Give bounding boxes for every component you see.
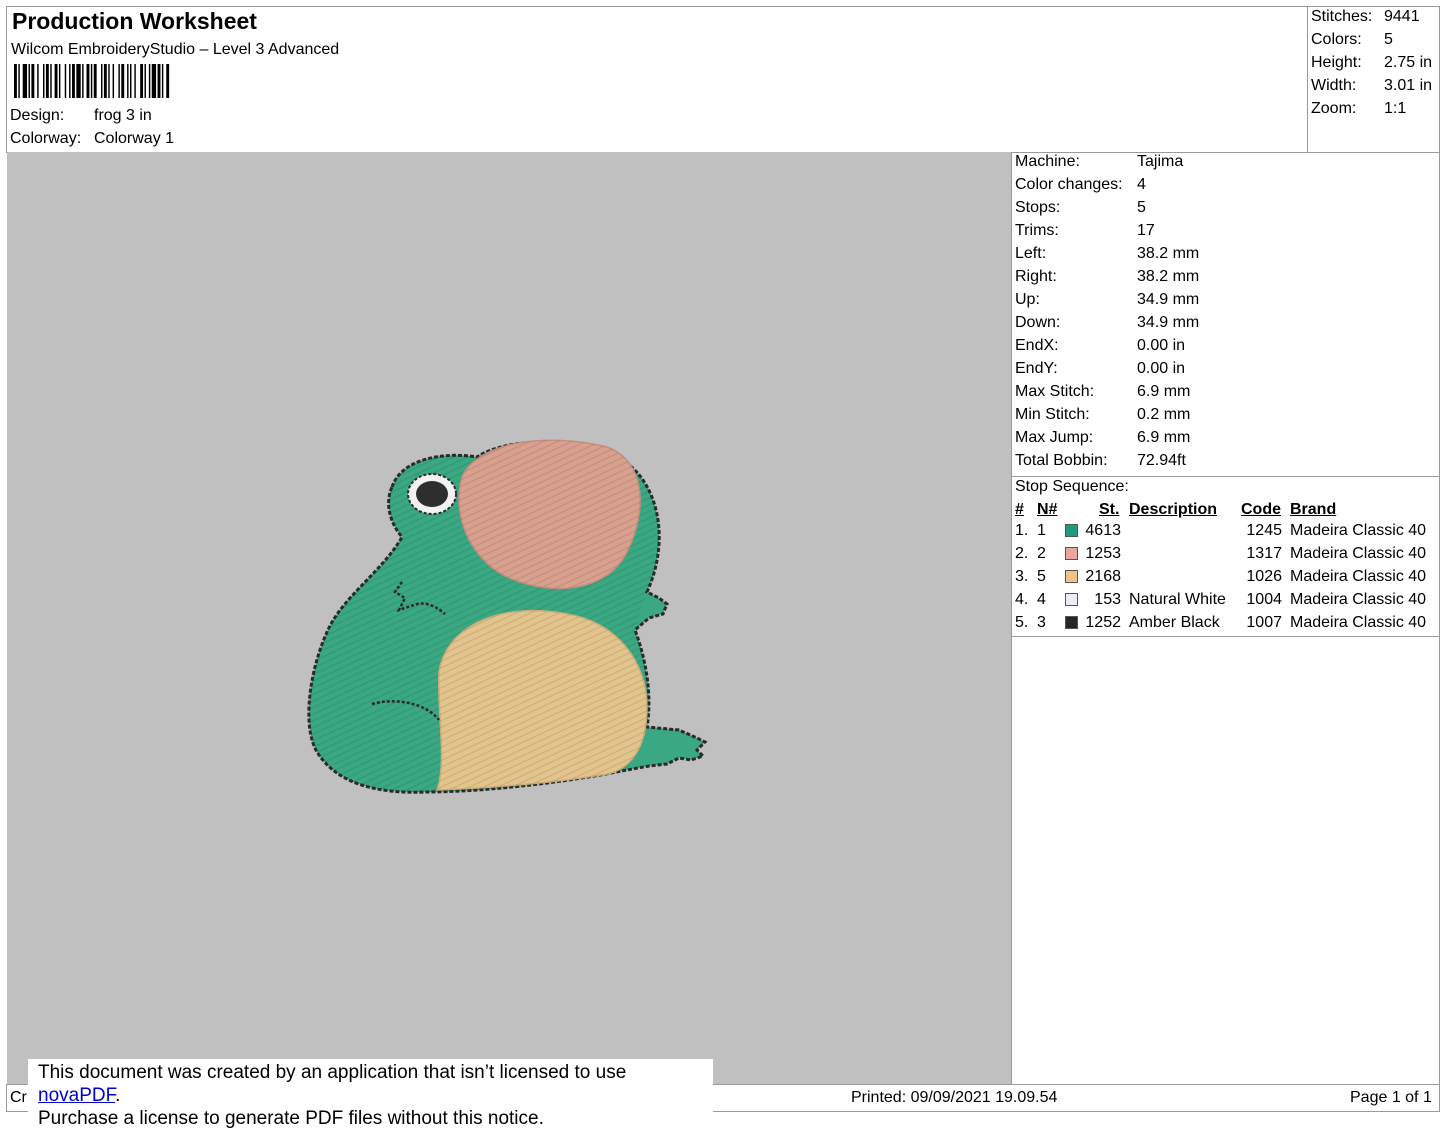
notice-line1-prefix: This document was created by an applicat… (38, 1062, 627, 1083)
barcode-image (14, 64, 170, 98)
row-num: 4. (1015, 591, 1029, 608)
col-header-brand: Brand (1290, 501, 1337, 518)
frog-embroidery-image (307, 439, 708, 794)
height-label: Height: (1311, 54, 1362, 71)
page-title: Production Worksheet (12, 8, 257, 34)
machine-info-value: 17 (1137, 222, 1155, 239)
row-needle: 5 (1037, 568, 1046, 585)
machine-info-value: 38.2 mm (1137, 268, 1200, 285)
row-needle: 4 (1037, 591, 1046, 608)
color-swatch (1065, 616, 1078, 629)
colors-value: 5 (1384, 31, 1393, 48)
machine-info-value: Tajima (1137, 153, 1184, 170)
row-stitches: 4613 (1085, 522, 1121, 539)
machine-info-label: Up: (1015, 291, 1040, 308)
row-description: Natural White (1129, 591, 1226, 608)
col-header-st: St. (1099, 501, 1120, 518)
machine-info-label: Max Jump: (1015, 429, 1094, 446)
row-code: 1004 (1246, 591, 1282, 608)
color-swatch (1065, 547, 1078, 560)
row-num: 2. (1015, 545, 1029, 562)
machine-info-label: EndX: (1015, 337, 1059, 354)
machine-info-label: Left: (1015, 245, 1047, 262)
height-value: 2.75 in (1384, 54, 1433, 71)
row-num: 1. (1015, 522, 1029, 539)
footer-left-fragment: Cr (10, 1089, 27, 1106)
printed-timestamp: Printed: 09/09/2021 19.09.54 (851, 1089, 1058, 1106)
machine-info-label: EndY: (1015, 360, 1058, 377)
zoom-value: 1:1 (1384, 100, 1407, 117)
notice-line1-suffix: . (115, 1085, 121, 1106)
col-header-description: Description (1129, 501, 1218, 518)
row-brand: Madeira Classic 40 (1290, 591, 1427, 608)
color-swatch (1065, 570, 1078, 583)
width-label: Width: (1311, 77, 1357, 94)
row-code: 1026 (1246, 568, 1282, 585)
row-needle: 2 (1037, 545, 1046, 562)
license-notice: This document was created by an applicat… (28, 1059, 713, 1129)
colors-label: Colors: (1311, 31, 1362, 48)
machine-info-value: 5 (1137, 199, 1146, 216)
row-stitches: 153 (1094, 591, 1121, 608)
width-value: 3.01 in (1384, 77, 1433, 94)
design-value: frog 3 in (94, 107, 152, 124)
row-stitches: 1252 (1085, 614, 1121, 631)
stitches-value: 9441 (1384, 8, 1420, 25)
row-brand: Madeira Classic 40 (1290, 568, 1427, 585)
design-label: Design: (10, 107, 65, 124)
row-code: 1317 (1246, 545, 1282, 562)
machine-info-label: Total Bobbin: (1015, 452, 1108, 469)
row-needle: 3 (1037, 614, 1046, 631)
row-stitches: 2168 (1085, 568, 1121, 585)
machine-info-value: 34.9 mm (1137, 314, 1200, 331)
machine-info-label: Down: (1015, 314, 1061, 331)
stitches-label: Stitches: (1311, 8, 1373, 25)
row-stitches: 1253 (1085, 545, 1121, 562)
design-preview-canvas (7, 152, 1011, 1084)
machine-info-label: Min Stitch: (1015, 406, 1090, 423)
row-num: 5. (1015, 614, 1029, 631)
software-subtitle: Wilcom EmbroideryStudio – Level 3 Advanc… (11, 41, 340, 58)
machine-info-label: Stops: (1015, 199, 1061, 216)
notice-line2: Purchase a license to generate PDF files… (38, 1108, 544, 1129)
colorway-value: Colorway 1 (94, 130, 175, 147)
col-header-n: N# (1037, 501, 1058, 518)
machine-info-label: Max Stitch: (1015, 383, 1095, 400)
col-header-code: Code (1241, 501, 1281, 518)
col-header-num: # (1015, 501, 1024, 518)
machine-info-value: 0.00 in (1137, 360, 1186, 377)
machine-info-value: 6.9 mm (1137, 383, 1191, 400)
machine-info-label: Right: (1015, 268, 1057, 285)
machine-info-value: 6.9 mm (1137, 429, 1191, 446)
row-num: 3. (1015, 568, 1029, 585)
machine-info-value: 0.00 in (1137, 337, 1186, 354)
row-needle: 1 (1037, 522, 1046, 539)
row-code: 1007 (1246, 614, 1282, 631)
colorway-label: Colorway: (10, 130, 82, 147)
color-swatch (1065, 593, 1078, 606)
row-description: Amber Black (1129, 614, 1220, 631)
machine-info-value: 72.94ft (1137, 452, 1186, 469)
machine-info-value: 34.9 mm (1137, 291, 1200, 308)
machine-info-value: 4 (1137, 176, 1146, 193)
novapdf-link[interactable]: novaPDF (38, 1085, 115, 1106)
empty-panel (1011, 636, 1440, 1085)
row-code: 1245 (1246, 522, 1282, 539)
row-brand: Madeira Classic 40 (1290, 522, 1427, 539)
machine-info-label: Color changes: (1015, 176, 1123, 193)
color-swatch (1065, 524, 1078, 537)
row-brand: Madeira Classic 40 (1290, 614, 1427, 631)
machine-info-label: Machine: (1015, 153, 1080, 170)
row-brand: Madeira Classic 40 (1290, 545, 1427, 562)
machine-info-value: 38.2 mm (1137, 245, 1200, 262)
page-number: Page 1 of 1 (1350, 1089, 1432, 1106)
zoom-label: Zoom: (1311, 100, 1357, 117)
machine-info-value: 0.2 mm (1137, 406, 1191, 423)
machine-info-label: Trims: (1015, 222, 1059, 239)
stop-sequence-title: Stop Sequence: (1015, 478, 1129, 495)
